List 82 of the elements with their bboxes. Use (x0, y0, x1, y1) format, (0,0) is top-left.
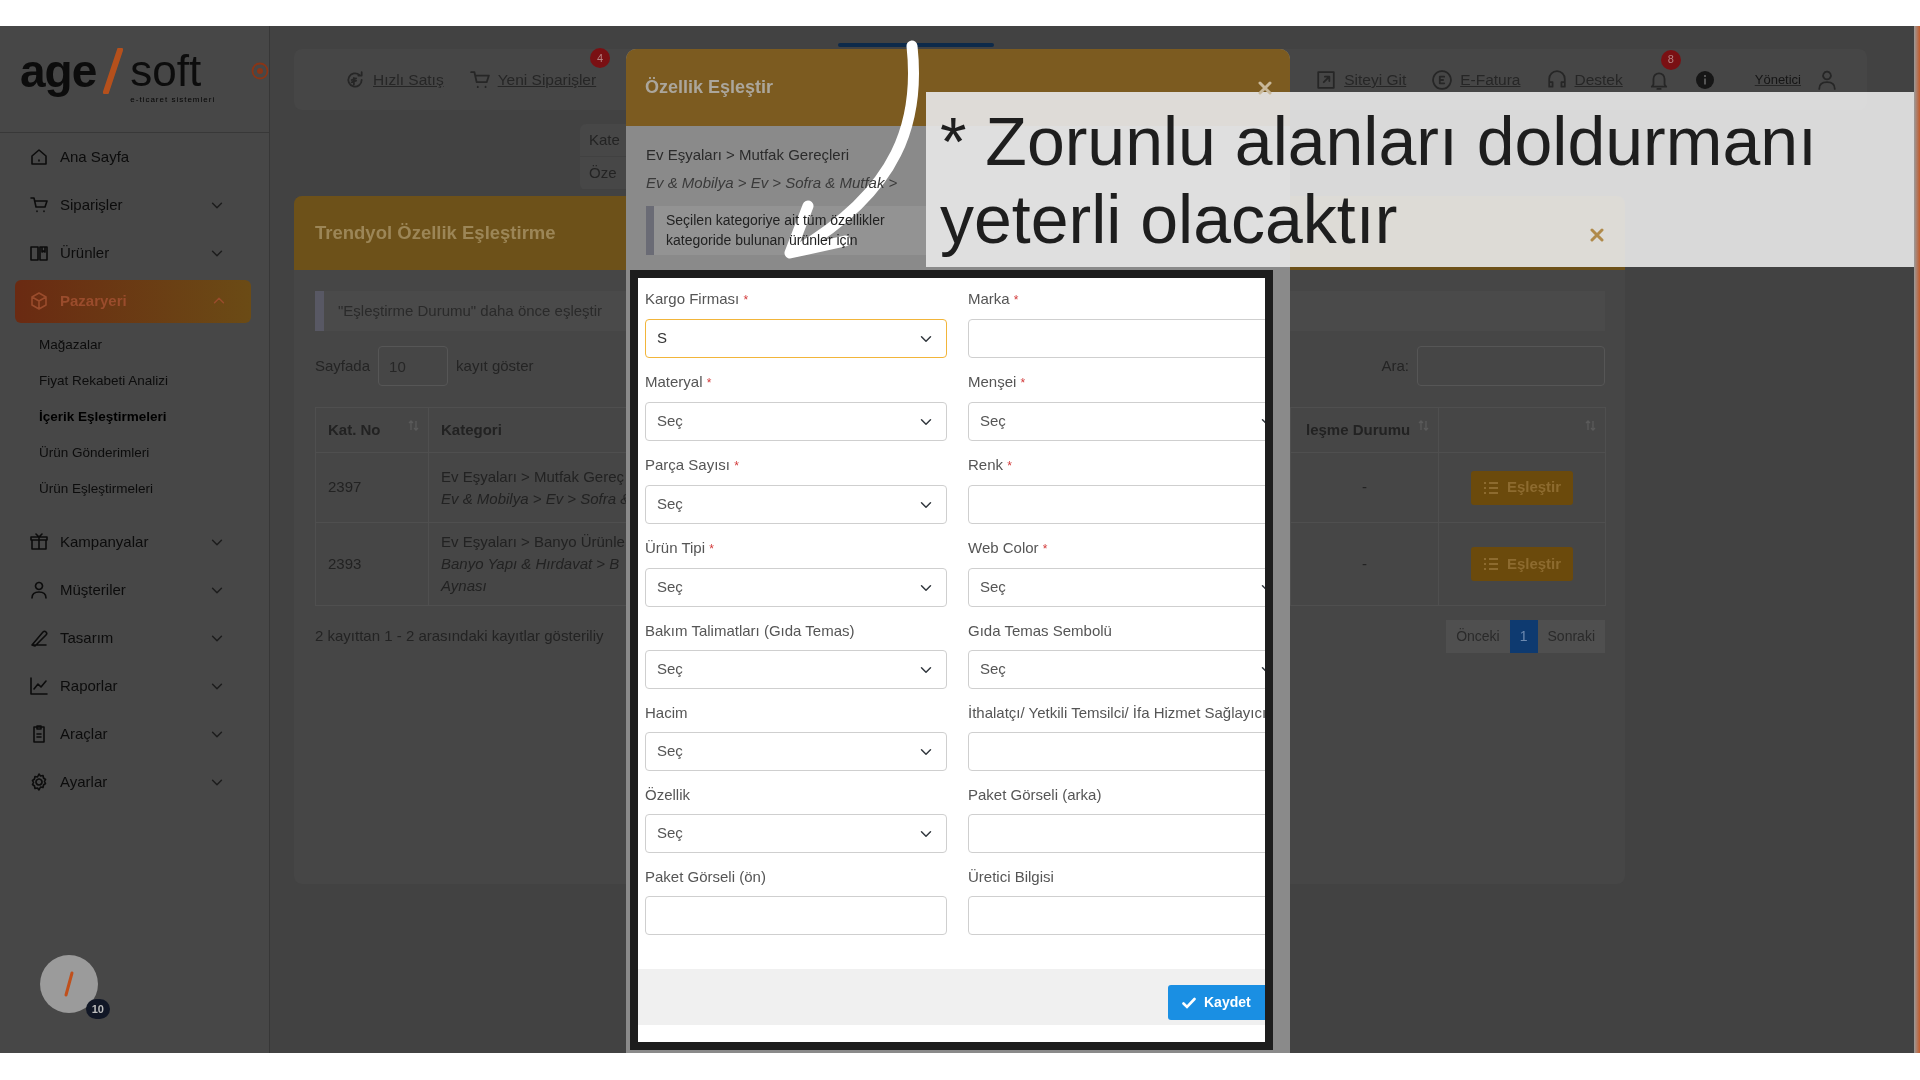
logo-slash-icon (102, 48, 125, 94)
slash-icon (64, 971, 74, 997)
modal-title: Özellik Eşleştir (645, 76, 774, 99)
save-button[interactable]: Kaydet (1168, 985, 1265, 1020)
field-label: Paket Görseli (ön) (645, 867, 767, 887)
select-field[interactable]: Seç (645, 732, 947, 771)
user-icon (1817, 69, 1837, 90)
panel-title: Trendyol Özellik Eşleştirme (315, 221, 556, 246)
select-field[interactable]: Seç (645, 402, 947, 441)
sidebar-item[interactable]: Raporlar (30, 664, 269, 708)
field-label: Paket Görseli (arka) (968, 785, 1103, 805)
select-field[interactable]: Seç (645, 485, 947, 524)
headset-icon (1546, 69, 1567, 90)
sidebar-item[interactable]: Ayarlar (30, 760, 269, 804)
field-label: Kargo Firması * (645, 289, 750, 309)
count-badge: 8 (1660, 49, 1681, 70)
sidebar-item[interactable]: Araçlar (30, 712, 269, 756)
book-icon (30, 244, 48, 262)
sidebar-subitem[interactable]: Ürün Eşleştirmeleri (0, 471, 154, 507)
info-icon[interactable] (1694, 69, 1715, 90)
select-field[interactable]: Seç (645, 650, 947, 689)
field-label: Bakım Talimatları (Gıda Temas) (645, 621, 856, 641)
field-label: Renk * (968, 455, 1013, 475)
sidebar-subitem[interactable]: Fiyat Rekabeti Analizi (0, 363, 169, 399)
gear-icon (30, 773, 48, 791)
field-label: Web Color * (968, 538, 1049, 558)
field-label: Menşei * (968, 372, 1027, 392)
circular-arrow-icon (345, 69, 365, 90)
input-field[interactable] (968, 814, 1265, 853)
select-field[interactable]: Seç (645, 568, 947, 607)
sidebar-subitem[interactable]: Ürün Gönderimleri (0, 435, 150, 471)
input-field[interactable] (968, 485, 1265, 524)
page-button[interactable]: 1 (1509, 620, 1538, 653)
input-field[interactable] (968, 896, 1265, 935)
target-icon (251, 62, 270, 80)
category-text: Ev Eşyaları > Mutfak Gereçleri (646, 145, 849, 165)
input-field[interactable] (645, 896, 947, 935)
chart-icon (30, 677, 48, 695)
select-field[interactable]: S (645, 319, 947, 358)
list-icon (1482, 480, 1499, 495)
field-label: Marka * (968, 289, 1020, 309)
field-label: Gıda Temas Sembolü (968, 621, 1113, 641)
list-icon (1482, 557, 1499, 571)
input-field[interactable] (968, 732, 1265, 771)
sidebar-item[interactable]: Müşteriler (30, 568, 269, 612)
sidebar-item[interactable]: Tasarım (30, 616, 269, 660)
person-icon (30, 581, 48, 599)
annotation-text: * Zorunlu alanları doldurmanı (940, 102, 1817, 180)
count-badge: 10 (85, 998, 110, 1019)
field-label: Üretici Bilgisi (968, 867, 1055, 887)
check-icon (1182, 996, 1196, 1009)
field-label: Materyal * (645, 372, 713, 392)
sidebar-item[interactable]: Kampanyalar (30, 520, 269, 564)
field-label: Hacim (645, 703, 689, 723)
field-label: Parça Sayısı * (645, 455, 740, 475)
field-label: İthalatçı/ Yetkili Temsilci/ İfa Hizmet Sağlayıcı (968, 703, 1265, 723)
cart-icon (30, 196, 48, 214)
sidebar-item[interactable]: Ürünler (30, 231, 269, 275)
gift-icon (30, 533, 48, 551)
select-field[interactable]: Seç (968, 402, 1265, 441)
home-icon (30, 148, 48, 166)
cart-icon (469, 69, 490, 90)
sidebar-subitem[interactable]: İçerik Eşleştirmeleri (0, 399, 167, 435)
field-label: Özellik (645, 785, 691, 805)
clipboard-icon (30, 725, 48, 743)
sidebar-item[interactable]: Ana Sayfa (30, 135, 269, 179)
count-badge: 4 (590, 47, 611, 68)
select-field[interactable]: Seç (645, 814, 947, 853)
select-field[interactable]: Seç (968, 568, 1265, 607)
close-icon[interactable] (1258, 80, 1272, 95)
external-link-icon (1316, 69, 1337, 90)
logo-text: soft (130, 48, 202, 94)
close-icon[interactable] (1590, 228, 1604, 242)
coin-icon (1432, 69, 1453, 90)
input-field[interactable] (968, 319, 1265, 358)
field-label: Ürün Tipi * (645, 538, 715, 558)
box-icon (30, 292, 48, 310)
brush-icon (30, 629, 48, 647)
select-field[interactable]: Seç (968, 650, 1265, 689)
sidebar-item[interactable]: Siparişler (30, 183, 269, 227)
sidebar-subitem[interactable]: Mağazalar (0, 327, 103, 363)
annotation-text: yeterli olacaktır (940, 180, 1398, 258)
